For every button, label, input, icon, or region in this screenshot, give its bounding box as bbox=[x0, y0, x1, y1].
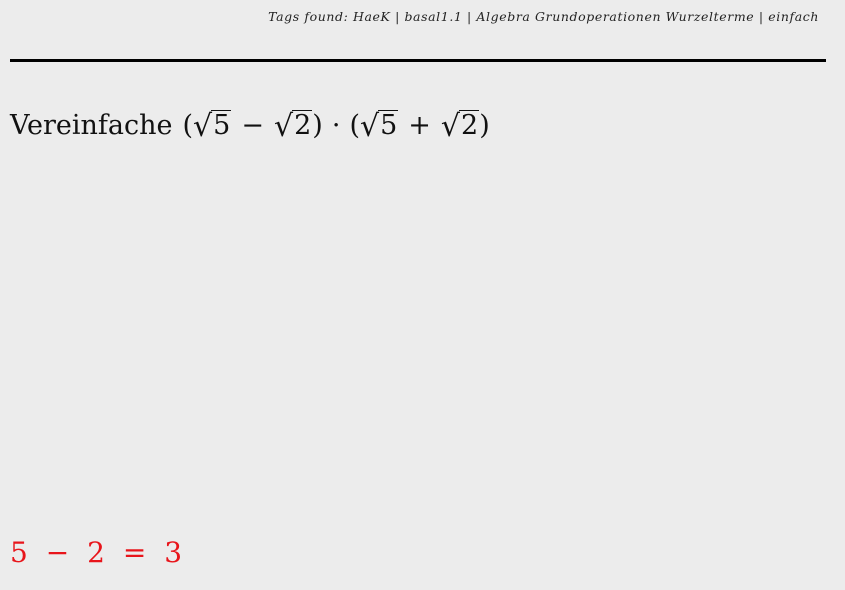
open-paren-second: ( bbox=[349, 110, 360, 142]
header-divider bbox=[10, 59, 826, 62]
answer-equals: = bbox=[122, 536, 147, 569]
minus-operator: − bbox=[241, 110, 264, 142]
tags-header: Tags found: HaeK | basal1.1 | Algebra Gr… bbox=[268, 9, 819, 24]
radicand-5: 5 bbox=[211, 110, 232, 141]
radicand-2: 2 bbox=[459, 110, 480, 141]
answer-line: 5 − 2 = 3 bbox=[10, 536, 182, 569]
sqrt-term-2-first: √ 2 bbox=[273, 109, 313, 145]
answer-result: 3 bbox=[164, 536, 183, 569]
radical-sign: √ bbox=[193, 109, 213, 145]
question-expression: ( √ 5 − √ 2 ) · ( √ 5 + √ 2 ) bbox=[183, 110, 490, 143]
radical-sign: √ bbox=[359, 109, 380, 145]
answer-right-value: 2 bbox=[87, 536, 105, 569]
sqrt-term-5-first: √ 5 bbox=[193, 109, 232, 145]
sqrt-term-2-second: √ 2 bbox=[440, 109, 480, 145]
open-paren-first: ( bbox=[182, 110, 194, 142]
times-operator: · bbox=[331, 110, 341, 142]
close-paren-first: ) bbox=[312, 110, 323, 142]
answer-minus: − bbox=[45, 536, 70, 569]
question-lead: Vereinfache bbox=[10, 110, 173, 142]
answer-left-value: 5 bbox=[10, 536, 28, 569]
radicand-5: 5 bbox=[378, 110, 399, 141]
sqrt-term-5-second: √ 5 bbox=[359, 109, 399, 145]
radical-sign: √ bbox=[440, 109, 461, 145]
radicand-2: 2 bbox=[292, 110, 313, 141]
radical-sign: √ bbox=[273, 109, 294, 145]
question-line: Vereinfache ( √ 5 − √ 2 ) · ( √ 5 + √ 2 … bbox=[10, 110, 490, 143]
close-paren-second: ) bbox=[479, 110, 490, 142]
plus-operator: + bbox=[408, 110, 431, 142]
